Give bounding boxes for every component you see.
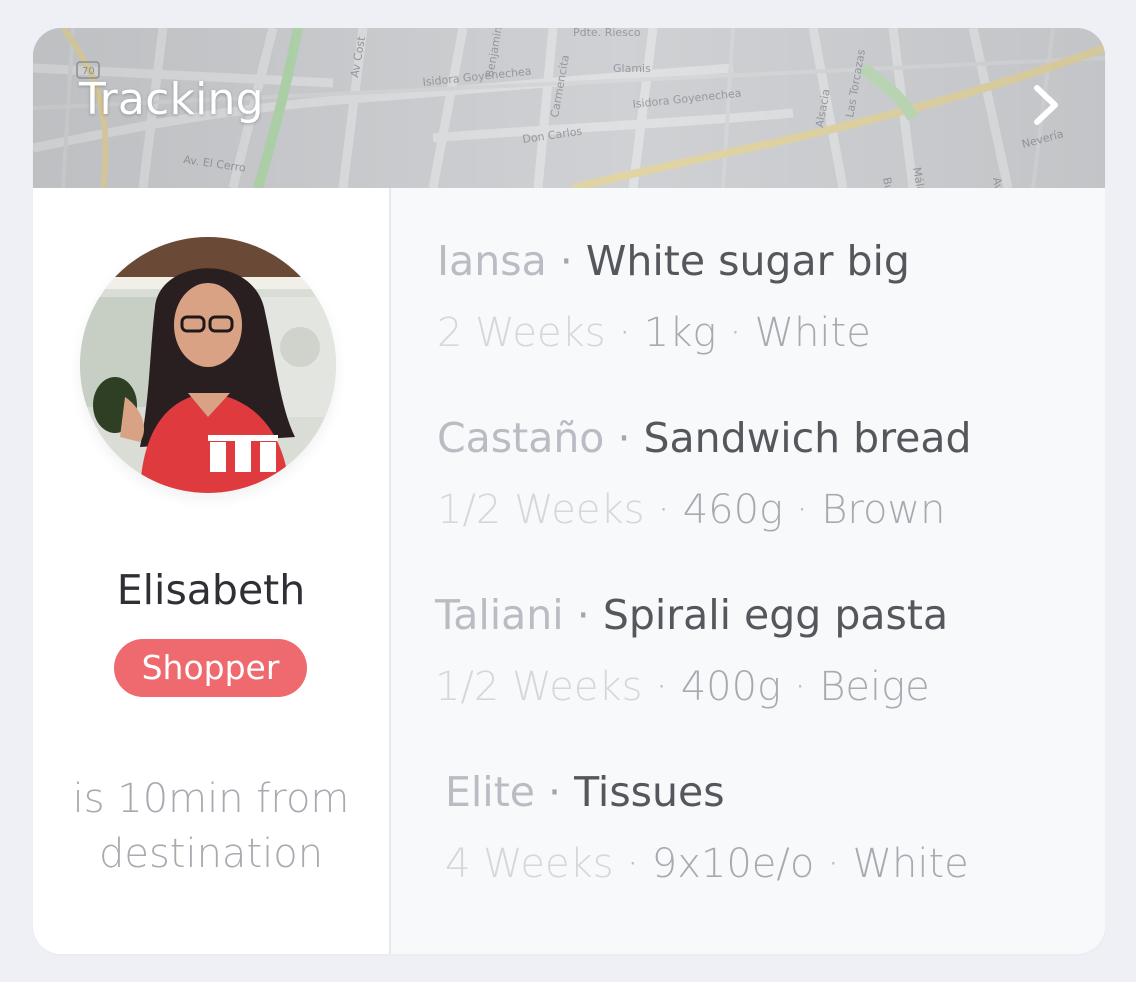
item-details: 1/2 Weeks · 400g · Beige	[435, 662, 1075, 712]
item-product: Sandwich bread	[643, 414, 972, 462]
item-size: 460g	[682, 487, 784, 533]
item-size: 9x10e/o	[651, 841, 815, 887]
separator: ·	[548, 768, 562, 816]
separator: ·	[793, 664, 807, 710]
separator: ·	[559, 237, 573, 285]
separator: ·	[827, 841, 840, 887]
avatar[interactable]	[80, 237, 336, 493]
shopper-name: Elisabeth	[116, 566, 306, 614]
eta-line-2: destination	[98, 831, 324, 877]
item-title: Taliani · Spirali egg pasta	[435, 590, 1075, 640]
separator: ·	[655, 664, 668, 710]
list-item[interactable]: Elite · Tissues 4 Weeks · 9x10e/o · Whit…	[445, 767, 1085, 889]
item-brand: Iansa	[437, 237, 547, 285]
items-list: Iansa · White sugar big 2 Weeks · 1kg · …	[391, 188, 1105, 954]
tracking-title: Tracking	[79, 74, 264, 125]
separator: ·	[657, 487, 670, 533]
shopper-role-badge: Shopper	[114, 639, 307, 697]
separator: ·	[618, 310, 632, 356]
list-item[interactable]: Castaño · Sandwich bread 1/2 Weeks · 460…	[437, 413, 1077, 535]
item-details: 1/2 Weeks · 460g · Brown	[437, 485, 1077, 535]
item-brand: Taliani	[435, 591, 564, 639]
tracking-header[interactable]: Isidora Goyenechea Isidora Goyenechea Gl…	[33, 28, 1105, 188]
list-item[interactable]: Iansa · White sugar big 2 Weeks · 1kg · …	[437, 236, 1077, 358]
eta-line-1: is 10min from	[72, 776, 350, 822]
item-size: 400g	[680, 664, 782, 710]
item-frequency: 1/2 Weeks	[435, 664, 643, 710]
item-color: Brown	[821, 487, 946, 533]
chevron-right-icon[interactable]	[1027, 82, 1067, 128]
item-details: 2 Weeks · 1kg · White	[437, 308, 1077, 358]
separator: ·	[576, 591, 590, 639]
item-title: Elite · Tissues	[445, 767, 1085, 817]
item-title: Castaño · Sandwich bread	[437, 413, 1077, 463]
item-brand: Castaño	[437, 414, 605, 462]
item-color: White	[754, 310, 871, 356]
item-product: Spirali egg pasta	[602, 591, 949, 639]
item-frequency: 2 Weeks	[437, 310, 606, 356]
item-size: 1kg	[643, 310, 717, 356]
list-item[interactable]: Taliani · Spirali egg pasta 1/2 Weeks · …	[435, 590, 1075, 712]
item-product: White sugar big	[585, 237, 910, 285]
item-product: Tissues	[574, 768, 725, 816]
separator: ·	[626, 841, 640, 887]
item-brand: Elite	[445, 768, 535, 816]
item-title: Iansa · White sugar big	[437, 236, 1077, 286]
separator: ·	[729, 310, 742, 356]
item-frequency: 1/2 Weeks	[437, 487, 645, 533]
separator: ·	[617, 414, 631, 462]
eta-text: is 10min from destination	[53, 772, 369, 882]
item-frequency: 4 Weeks	[445, 841, 614, 887]
separator: ·	[795, 487, 809, 533]
item-color: Beige	[819, 664, 930, 710]
item-details: 4 Weeks · 9x10e/o · White	[445, 839, 1085, 889]
tracking-card: Isidora Goyenechea Isidora Goyenechea Gl…	[33, 28, 1105, 954]
item-color: White	[852, 841, 969, 887]
avatar-photo	[80, 237, 336, 493]
shopper-panel: Elisabeth Shopper is 10min from destinat…	[33, 188, 391, 954]
